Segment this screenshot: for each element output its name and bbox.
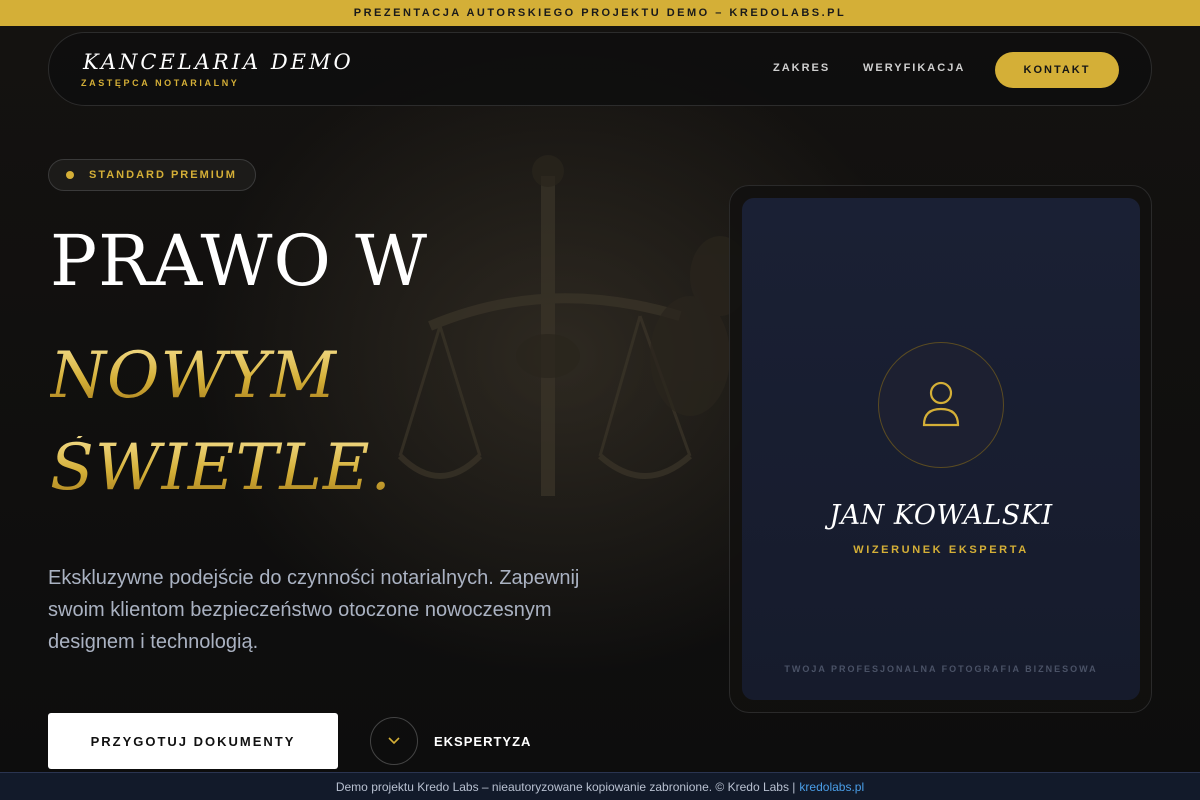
contact-button[interactable]: KONTAKT <box>995 52 1119 88</box>
headline-line-2: NOWYM <box>50 339 338 413</box>
footer-text: Demo projektu Kredo Labs – nieautoryzowa… <box>335 779 796 794</box>
footer-link[interactable]: kredolabs.pl <box>799 780 864 794</box>
brand-title[interactable]: KANCELARIA DEMO <box>83 50 354 74</box>
person-role: WIZERUNEK EKSPERTA <box>853 544 1029 556</box>
scroll-down-button[interactable] <box>370 717 418 765</box>
badge-dot-icon <box>66 171 74 179</box>
avatar <box>878 342 1004 468</box>
footer: Demo projektu Kredo Labs – nieautoryzowa… <box>0 772 1200 800</box>
premium-badge: STANDARD PREMIUM <box>48 159 256 191</box>
headline-line-3: ŚWIETLE. <box>50 431 392 505</box>
profile-card: JAN KOWALSKI WIZERUNEK EKSPERTA TWOJA PR… <box>729 185 1152 713</box>
profile-card-inner: JAN KOWALSKI WIZERUNEK EKSPERTA TWOJA PR… <box>742 198 1140 700</box>
prepare-documents-button[interactable]: PRZYGOTUJ DOKUMENTY <box>48 713 338 769</box>
nav-link-zakres[interactable]: ZAKRES <box>773 62 830 74</box>
brand-subtitle: ZASTĘPCA NOTARIALNY <box>81 78 240 88</box>
photo-caption: TWOJA PROFESJONALNA FOTOGRAFIA BIZNESOWA <box>784 664 1098 674</box>
user-icon <box>922 381 960 427</box>
badge-label: STANDARD PREMIUM <box>89 169 237 181</box>
top-banner: PREZENTACJA AUTORSKIEGO PROJEKTU DEMO – … <box>0 0 1200 26</box>
headline-line-1: PRAWO W <box>50 220 429 302</box>
nav-link-weryfikacja[interactable]: WERYFIKACJA <box>863 62 965 74</box>
person-name: JAN KOWALSKI <box>829 500 1053 531</box>
expertise-link[interactable]: EKSPERTYZA <box>434 734 531 749</box>
navbar: KANCELARIA DEMO ZASTĘPCA NOTARIALNY ZAKR… <box>48 32 1152 106</box>
chevron-down-icon <box>388 737 400 745</box>
hero-description: Ekskluzywne podejście do czynności notar… <box>48 567 580 653</box>
